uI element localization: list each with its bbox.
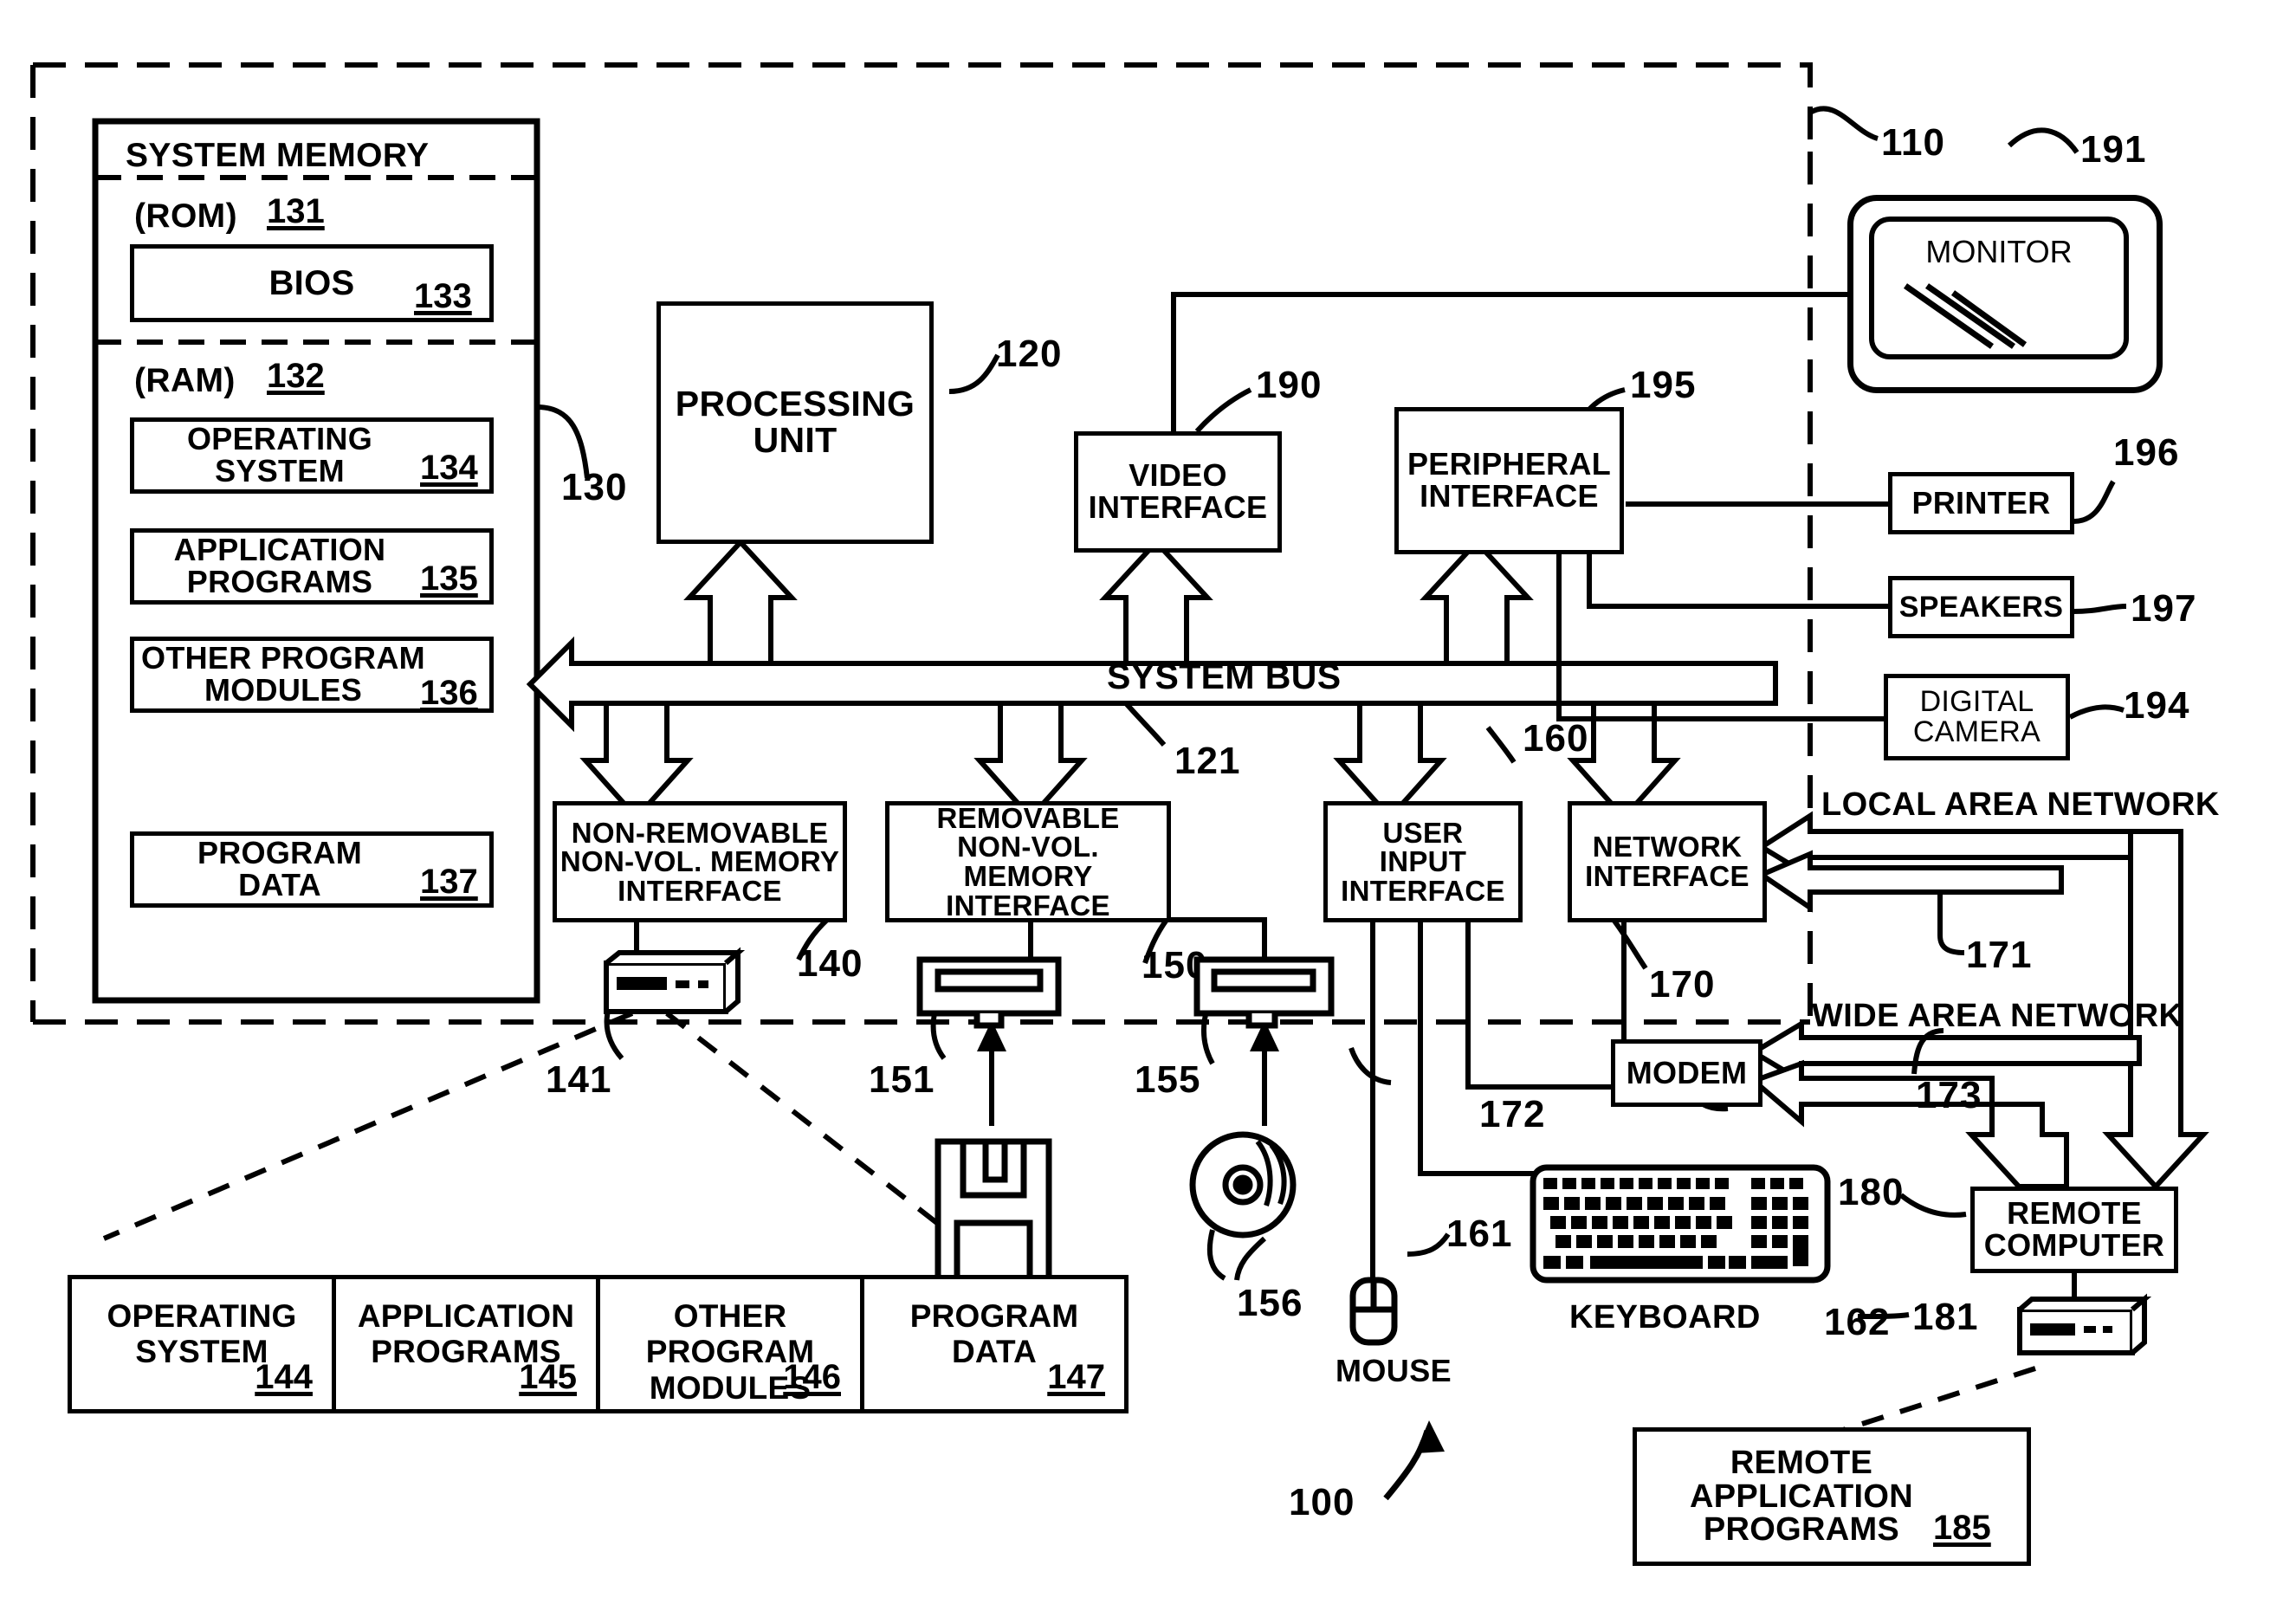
remote-storage-ref: 181 xyxy=(1912,1296,1979,1338)
table-cell-program-data: PROGRAM DATA 147 xyxy=(864,1279,1124,1409)
table-cell-other-program-modules: OTHER PROGRAM MODULES 146 xyxy=(600,1279,864,1409)
remote-application-programs-label: REMOTE APPLICATION PROGRAMS xyxy=(1689,1444,1914,1549)
table-cell-operating-system-ref: 144 xyxy=(255,1358,313,1396)
table-cell-application-programs: APPLICATION PROGRAMS 145 xyxy=(336,1279,600,1409)
table-cell-other-program-modules-ref: 146 xyxy=(783,1358,841,1396)
table-cell-operating-system: OPERATING SYSTEM 144 xyxy=(72,1279,336,1409)
table-cell-program-data-ref: 147 xyxy=(1047,1358,1105,1396)
disk-contents-table: OPERATING SYSTEM 144 APPLICATION PROGRAM… xyxy=(68,1275,1129,1413)
table-cell-application-programs-ref: 145 xyxy=(519,1358,577,1396)
patent-figure: SYSTEM MEMORY (ROM) 131 BIOS 133 (RAM) 1… xyxy=(0,0,2296,1604)
remote-application-programs-ref: 185 xyxy=(1933,1509,1991,1547)
figure-ref-100: 100 xyxy=(1289,1481,1355,1523)
